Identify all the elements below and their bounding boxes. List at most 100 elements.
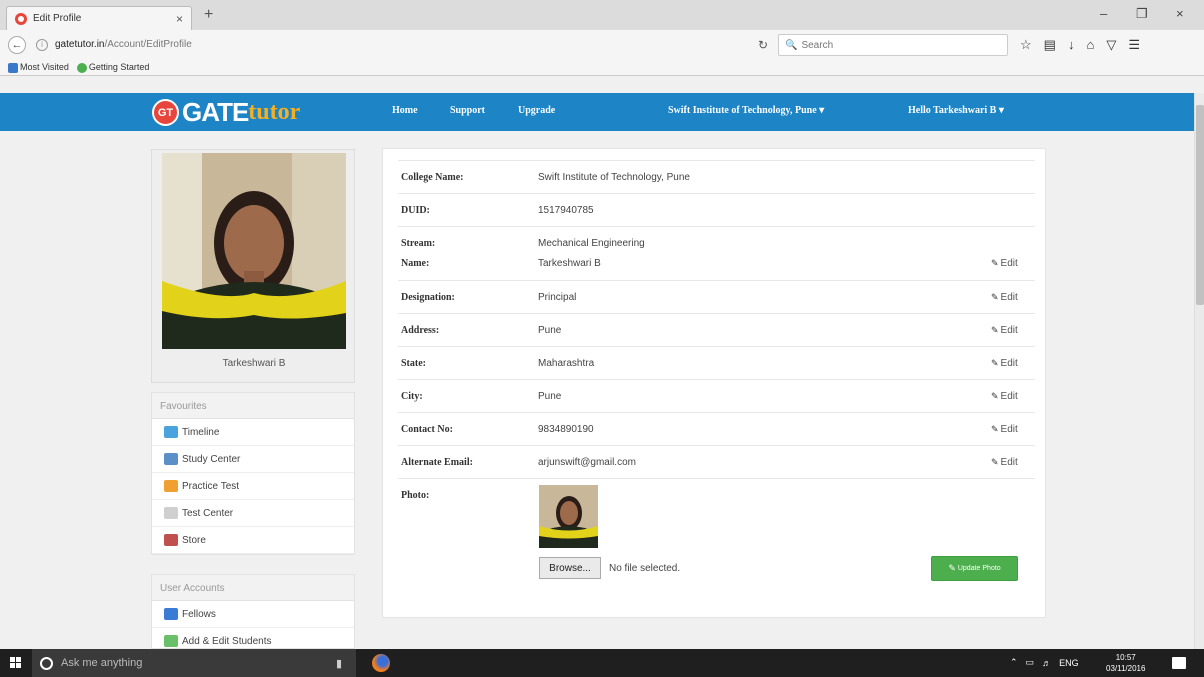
sidebar-item-study-center[interactable]: Study Center: [152, 446, 354, 473]
edit-contact-button[interactable]: Edit: [991, 424, 1035, 435]
microphone-icon[interactable]: ▮: [336, 657, 342, 670]
tab-close-icon[interactable]: ×: [176, 12, 183, 26]
sidebar-item-timeline[interactable]: Timeline: [152, 419, 354, 446]
taskbar-clock[interactable]: 10:57 03/11/2016: [1106, 652, 1145, 674]
edit-designation-button[interactable]: Edit: [991, 292, 1035, 303]
browser-search-box[interactable]: 🔍: [778, 34, 1008, 56]
field-label: Designation:: [401, 291, 455, 303]
firefox-taskbar-icon[interactable]: [372, 654, 390, 672]
logo-tutor-text: tutor: [248, 99, 301, 125]
field-value: Swift Institute of Technology, Pune: [538, 171, 690, 183]
sidebar-item-practice-test[interactable]: Practice Test: [152, 473, 354, 500]
clock-time: 10:57: [1115, 653, 1136, 662]
nav-user-dropdown[interactable]: Hello Tarkeshwari B ▾: [908, 105, 1004, 116]
pencil-icon: ✎: [948, 563, 956, 573]
sidebar-item-label: Store: [182, 534, 206, 546]
reload-icon[interactable]: ↻: [758, 38, 768, 52]
windows-start-icon[interactable]: [10, 657, 22, 669]
fellows-icon: [164, 608, 178, 620]
site-info-icon[interactable]: i: [36, 39, 48, 51]
field-label: Name:: [401, 258, 430, 269]
field-label: College Name:: [401, 171, 464, 183]
browser-search-input[interactable]: [801, 39, 982, 51]
nav-college-dropdown[interactable]: Swift Institute of Technology, Pune ▾: [668, 105, 824, 116]
volume-icon[interactable]: ♬: [1042, 658, 1051, 668]
timeline-icon: [164, 426, 178, 438]
minimize-button[interactable]: –: [1100, 6, 1107, 21]
update-photo-button[interactable]: ✎ Update Photo: [931, 556, 1018, 581]
edit-city-button[interactable]: Edit: [991, 391, 1035, 402]
row-contact-no: Contact No: 9834890190 Edit: [398, 412, 1035, 445]
menu-icon[interactable]: ☰: [1128, 37, 1140, 53]
edit-profile-form: College Name: Swift Institute of Technol…: [382, 148, 1046, 618]
url-host: gatetutor.in: [55, 39, 105, 50]
nav-home[interactable]: Home: [392, 105, 418, 116]
edit-name-button[interactable]: Edit: [991, 258, 1035, 269]
field-value: 1517940785: [538, 204, 594, 216]
logo-badge: GT: [152, 99, 179, 126]
user-accounts-heading: User Accounts: [152, 575, 354, 601]
sidebar-item-add-edit-students[interactable]: Add & Edit Students: [152, 628, 354, 648]
cortana-placeholder: Ask me anything: [61, 657, 143, 669]
field-label: Alternate Email:: [401, 456, 473, 468]
tray-chevron-icon[interactable]: ⌃: [1010, 657, 1018, 668]
row-alternate-email: Alternate Email: arjunswift@gmail.com Ed…: [398, 445, 1035, 478]
field-value: arjunswift@gmail.com: [538, 456, 636, 468]
edit-state-button[interactable]: Edit: [991, 358, 1035, 369]
row-address: Address: Pune Edit: [398, 313, 1035, 346]
field-value: Pune: [538, 390, 562, 402]
address-bar[interactable]: gatetutor.in/Account/EditProfile: [55, 39, 192, 50]
gatetutor-logo[interactable]: GT GATE tutor: [152, 97, 300, 128]
sidebar-item-test-center[interactable]: Test Center: [152, 500, 354, 527]
browser-tab-bar: Edit Profile × + – ❐ ×: [0, 0, 1204, 30]
page-scrollbar[interactable]: [1194, 93, 1204, 649]
globe-icon: [76, 62, 87, 73]
language-indicator[interactable]: ENG: [1059, 658, 1079, 668]
windows-taskbar: Ask me anything ▮ ⌃ ▭ ♬ ENG 10:57 03/11/…: [0, 649, 1204, 677]
edit-address-button[interactable]: Edit: [991, 325, 1035, 336]
sidebar-item-label: Add & Edit Students: [182, 635, 272, 647]
sidebar-item-label: Study Center: [182, 453, 241, 465]
cortana-icon: [40, 656, 53, 670]
download-icon[interactable]: ↓: [1068, 37, 1075, 53]
edit-email-button[interactable]: Edit: [991, 457, 1035, 468]
close-window-button[interactable]: ×: [1176, 6, 1184, 21]
bookmark-label: Getting Started: [88, 62, 150, 72]
site-favicon-icon: [15, 12, 27, 25]
bookmark-getting-started[interactable]: Getting Started: [76, 62, 150, 73]
browse-file-button[interactable]: Browse...: [539, 557, 601, 579]
sidebar-item-store[interactable]: Store: [152, 527, 354, 554]
home-icon[interactable]: ⌂: [1086, 37, 1094, 53]
notification-icon[interactable]: [1172, 657, 1186, 669]
field-value: Maharashtra: [538, 357, 595, 369]
nav-upgrade[interactable]: Upgrade: [518, 105, 555, 116]
site-header: GT GATE tutor Home Support Upgrade Swift …: [0, 93, 1194, 131]
pocket-icon[interactable]: ▽: [1106, 37, 1116, 53]
row-name: Name: Tarkeshwari B Edit: [398, 247, 1035, 280]
no-file-selected-text: No file selected.: [609, 563, 681, 574]
bookmark-star-icon[interactable]: ☆: [1020, 37, 1032, 53]
field-label: City:: [401, 390, 423, 402]
field-value: 9834890190: [538, 423, 594, 435]
practice-test-icon: [164, 480, 178, 492]
profile-name: Tarkeshwari B: [222, 358, 286, 369]
sidebar-item-label: Timeline: [182, 426, 220, 438]
favourites-heading: Favourites: [152, 393, 354, 419]
maximize-button[interactable]: ❐: [1136, 6, 1148, 22]
back-arrow-icon[interactable]: ←: [8, 36, 26, 54]
bookmark-most-visited[interactable]: Most Visited: [8, 62, 69, 73]
row-college-name: College Name: Swift Institute of Technol…: [398, 160, 1035, 193]
network-icon[interactable]: ▭: [1026, 657, 1035, 668]
add-student-icon: [164, 635, 178, 647]
tab-edit-profile[interactable]: Edit Profile ×: [6, 6, 192, 30]
store-icon: [164, 534, 178, 546]
reading-list-icon[interactable]: ▤: [1044, 37, 1056, 53]
new-tab-button[interactable]: +: [204, 6, 213, 24]
field-value: Principal: [538, 291, 577, 303]
cortana-search-box[interactable]: Ask me anything ▮: [32, 649, 356, 677]
sidebar-item-fellows[interactable]: Fellows: [152, 601, 354, 628]
nav-support[interactable]: Support: [450, 105, 485, 116]
clock-date: 03/11/2016: [1106, 664, 1146, 673]
system-tray: ⌃ ▭ ♬ ENG: [1010, 657, 1079, 668]
scrollbar-thumb[interactable]: [1196, 105, 1204, 305]
